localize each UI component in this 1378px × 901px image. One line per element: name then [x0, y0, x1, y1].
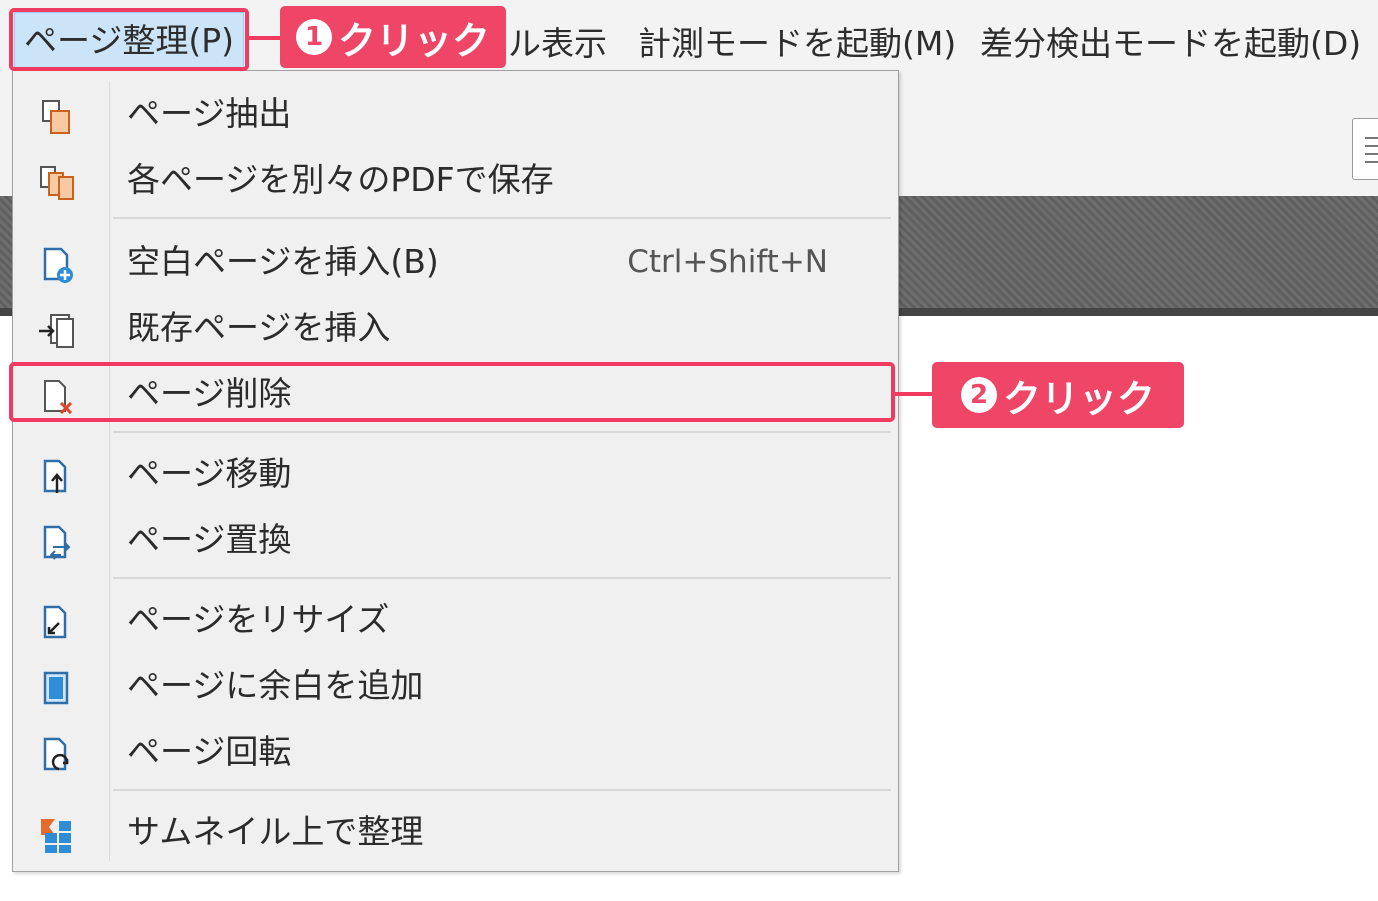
- insert-existing-page-icon: [39, 314, 74, 348]
- thumbnail-organize-icon: [41, 819, 71, 853]
- page-extract-icon: [42, 100, 70, 134]
- menu-item-label: ページ置換: [127, 520, 292, 559]
- menu-separator: [113, 789, 891, 791]
- menu-item-thumbnail-organize[interactable]: サムネイル上で整理: [13, 803, 898, 861]
- menu-item-label: ページ移動: [127, 454, 292, 493]
- step-number-badge: 1: [295, 19, 332, 55]
- menu-item-add-margin[interactable]: ページに余白を追加: [13, 657, 898, 715]
- menu-diff-mode[interactable]: 差分検出モードを起動(D): [980, 18, 1361, 70]
- page-replace-icon: [43, 525, 71, 560]
- menu-item-insert-existing-page[interactable]: 既存ページを挿入: [13, 299, 898, 357]
- callout-connector-step2: [895, 392, 933, 396]
- menu-item-label: ページをリサイズ: [127, 600, 390, 639]
- page-move-icon: [43, 459, 67, 493]
- menu-view[interactable]: ル表示: [508, 18, 607, 70]
- step-number-badge: 2: [960, 377, 997, 413]
- menu-item-label: 空白ページを挿入(B): [127, 242, 439, 281]
- menu-item-page-move[interactable]: ページ移動: [13, 445, 898, 503]
- menu-item-insert-blank-page[interactable]: 空白ページを挿入(B) Ctrl+Shift+N: [13, 233, 898, 291]
- menu-item-page-extract[interactable]: ページ抽出: [13, 85, 898, 143]
- menu-item-page-resize[interactable]: ページをリサイズ: [13, 591, 898, 649]
- list-view-button[interactable]: [1352, 118, 1378, 180]
- menu-separator: [113, 431, 891, 433]
- callout-step1: 1 クリック: [280, 6, 506, 68]
- menu-item-page-replace[interactable]: ページ置換: [13, 511, 898, 569]
- blank-page-insert-icon: [43, 247, 73, 283]
- menu-separator: [113, 577, 891, 579]
- callout-text: クリック: [337, 18, 490, 63]
- page-rotate-icon: [43, 737, 69, 771]
- highlight-step2: [9, 362, 895, 422]
- menu-item-shortcut: Ctrl+Shift+N: [627, 244, 828, 280]
- callout-connector-step1: [249, 36, 281, 40]
- menu-item-label: ページに余白を追加: [127, 666, 424, 705]
- callout-step2: 2 クリック: [932, 362, 1184, 428]
- callout-text: クリック: [1002, 376, 1155, 421]
- menu-item-split-pages[interactable]: 各ページを別々のPDFで保存: [13, 151, 898, 209]
- menu-item-label: 既存ページを挿入: [127, 308, 391, 347]
- menu-item-page-rotate[interactable]: ページ回転: [13, 723, 898, 781]
- menu-separator: [113, 217, 891, 219]
- menu-item-label: サムネイル上で整理: [127, 812, 424, 851]
- page-resize-icon: [43, 605, 67, 639]
- menu-item-label: 各ページを別々のPDFで保存: [127, 160, 554, 199]
- split-pages-icon: [40, 166, 74, 200]
- menu-measure-mode[interactable]: 計測モードを起動(M): [638, 18, 956, 70]
- menu-item-label: ページ回転: [127, 732, 292, 771]
- highlight-step1: [9, 8, 249, 71]
- page-organize-dropdown: ページ抽出 各ページを別々のPDFで保存 空白ページを挿入(B) Ctrl+Sh…: [12, 70, 899, 872]
- add-margin-icon: [43, 671, 69, 705]
- menu-item-label: ページ抽出: [127, 94, 292, 133]
